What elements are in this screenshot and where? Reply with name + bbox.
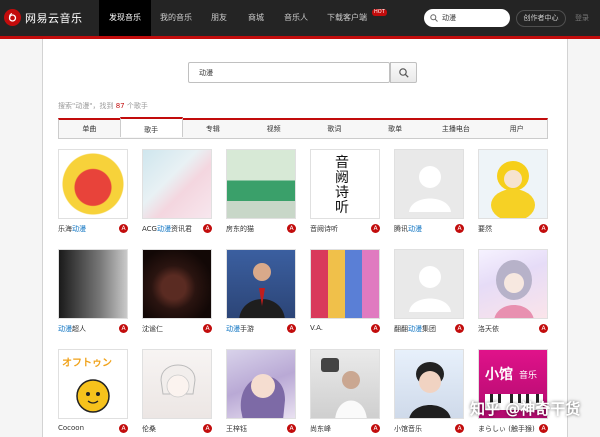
tab-users[interactable]: 用户 bbox=[486, 120, 547, 138]
artist-avatar[interactable] bbox=[142, 349, 212, 419]
top-search-value: 动漫 bbox=[442, 14, 456, 22]
man-in-suit-figure bbox=[239, 263, 285, 318]
artist-name[interactable]: 腾讯动漫 bbox=[394, 224, 422, 234]
tab-playlists[interactable]: 歌单 bbox=[365, 120, 426, 138]
artist-avatar[interactable] bbox=[310, 349, 380, 419]
artist-name[interactable]: Cocoon bbox=[58, 424, 84, 432]
default-user-icon bbox=[409, 166, 451, 212]
artist-name[interactable]: 动漫超人 bbox=[58, 324, 86, 334]
tab-albums[interactable]: 专辑 bbox=[183, 120, 244, 138]
search-input-value: 动漫 bbox=[199, 69, 213, 77]
artist-verified-icon: A bbox=[203, 424, 212, 433]
tab-songs[interactable]: 单曲 bbox=[59, 120, 120, 138]
tab-radio[interactable]: 主播电台 bbox=[426, 120, 487, 138]
artist-verified-icon: A bbox=[203, 324, 212, 333]
artist-name[interactable]: 小馆音乐 bbox=[394, 424, 422, 434]
artist-avatar[interactable] bbox=[58, 249, 128, 319]
artist-name[interactable]: 洛天依 bbox=[478, 324, 499, 334]
result-suffix: 个歌手 bbox=[126, 102, 148, 110]
sketch-boy-figure bbox=[160, 364, 196, 398]
login-link[interactable]: 登录 bbox=[575, 0, 589, 36]
anime-girl-figure bbox=[494, 260, 534, 318]
artist-name[interactable]: まらしぃ (触手猴) bbox=[478, 424, 535, 434]
artist-verified-icon: A bbox=[287, 424, 296, 433]
artist-avatar[interactable] bbox=[58, 149, 128, 219]
tab-videos[interactable]: 视频 bbox=[243, 120, 304, 138]
artist-name[interactable]: 伦桑 bbox=[142, 424, 156, 434]
artist-verified-icon: A bbox=[371, 224, 380, 233]
top-nav-bar: 网易云音乐 发现音乐 我的音乐 朋友 商城 音乐人 下载客户端 HOT 动漫 创… bbox=[0, 0, 600, 36]
search-input[interactable]: 动漫 bbox=[188, 62, 390, 83]
artist-name[interactable]: 王梓钰 bbox=[226, 424, 247, 434]
artist-verified-icon: A bbox=[539, 324, 548, 333]
artist-verified-icon: A bbox=[539, 224, 548, 233]
flower-face-icon bbox=[76, 379, 110, 413]
default-user-icon bbox=[409, 266, 451, 312]
artist-verified-icon: A bbox=[455, 224, 464, 233]
purple-hair-girl-figure bbox=[240, 374, 285, 418]
artist-avatar[interactable] bbox=[226, 349, 296, 419]
artist-name[interactable]: 翻翻动漫集团 bbox=[394, 324, 436, 334]
artist-avatar[interactable] bbox=[226, 249, 296, 319]
result-type-tabs: 单曲 歌手 专辑 视频 歌词 歌单 主播电台 用户 bbox=[58, 117, 548, 139]
artist-name[interactable]: 房东的猫 bbox=[226, 224, 254, 234]
nav-musician[interactable]: 音乐人 bbox=[275, 0, 317, 36]
artist-avatar[interactable] bbox=[394, 349, 464, 419]
artist-name[interactable]: 要然 bbox=[478, 224, 492, 234]
artist-name[interactable]: 沈谧仁 bbox=[142, 324, 163, 334]
artist-verified-icon: A bbox=[455, 324, 464, 333]
search-result-summary: 搜索"动漫"，找到 87 个歌手 bbox=[58, 101, 148, 111]
nav-discover[interactable]: 发现音乐 bbox=[99, 0, 151, 36]
artist-name[interactable]: V.A. bbox=[310, 324, 323, 332]
artist-name[interactable]: 音阙诗听 bbox=[310, 224, 338, 234]
artist-verified-icon: A bbox=[119, 424, 128, 433]
watermark: 知乎 @神奇干货 bbox=[470, 400, 581, 418]
logo-text: 网易云音乐 bbox=[25, 11, 83, 25]
artist-name[interactable]: 动漫手游 bbox=[226, 324, 254, 334]
artist-verified-icon: A bbox=[287, 224, 296, 233]
yellow-hoodie-figure bbox=[491, 161, 535, 218]
ink-calligraphy-title: 音阙诗听 bbox=[335, 155, 349, 216]
artist-verified-icon: A bbox=[203, 224, 212, 233]
boy-portrait-figure bbox=[409, 362, 451, 418]
artist-verified-icon: A bbox=[119, 324, 128, 333]
netease-logo-icon bbox=[4, 9, 21, 26]
search-icon bbox=[430, 14, 438, 22]
person-with-fan-figure bbox=[321, 358, 367, 418]
artist-name[interactable]: ACG动漫资讯君 bbox=[142, 224, 192, 234]
artist-avatar[interactable] bbox=[310, 249, 380, 319]
artist-avatar[interactable] bbox=[226, 149, 296, 219]
artist-avatar[interactable] bbox=[478, 249, 548, 319]
nav-my-music[interactable]: 我的音乐 bbox=[151, 0, 201, 36]
search-button[interactable] bbox=[390, 62, 417, 83]
artist-verified-icon: A bbox=[371, 424, 380, 433]
artist-avatar-default[interactable] bbox=[394, 249, 464, 319]
search-icon bbox=[398, 67, 409, 78]
artist-verified-icon: A bbox=[287, 324, 296, 333]
artist-avatar[interactable] bbox=[142, 249, 212, 319]
nav-download[interactable]: 下载客户端 bbox=[317, 0, 377, 36]
artist-verified-icon: A bbox=[539, 424, 548, 433]
result-count: 87 bbox=[115, 102, 125, 110]
hot-badge: HOT bbox=[372, 9, 387, 16]
logo[interactable]: 网易云音乐 bbox=[4, 9, 83, 26]
top-search-input[interactable]: 动漫 bbox=[424, 9, 510, 27]
artist-avatar[interactable] bbox=[478, 149, 548, 219]
result-prefix: 搜索"动漫"，找到 bbox=[58, 102, 114, 110]
tab-lyrics[interactable]: 歌词 bbox=[304, 120, 365, 138]
creator-center-button[interactable]: 创作者中心 bbox=[516, 10, 566, 27]
artist-avatar[interactable]: オフトゥン bbox=[58, 349, 128, 419]
artist-avatar[interactable] bbox=[142, 149, 212, 219]
artist-name[interactable]: 尚东峰 bbox=[310, 424, 331, 434]
nav-store[interactable]: 商城 bbox=[237, 0, 275, 36]
artist-avatar[interactable]: 音阙诗听 bbox=[310, 149, 380, 219]
artist-verified-icon: A bbox=[119, 224, 128, 233]
artist-verified-icon: A bbox=[371, 324, 380, 333]
artist-avatar-default[interactable] bbox=[394, 149, 464, 219]
tab-artists[interactable]: 歌手 bbox=[119, 117, 183, 137]
nav-friends[interactable]: 朋友 bbox=[201, 0, 237, 36]
artist-verified-icon: A bbox=[455, 424, 464, 433]
artist-name[interactable]: 乐海动漫 bbox=[58, 224, 86, 234]
